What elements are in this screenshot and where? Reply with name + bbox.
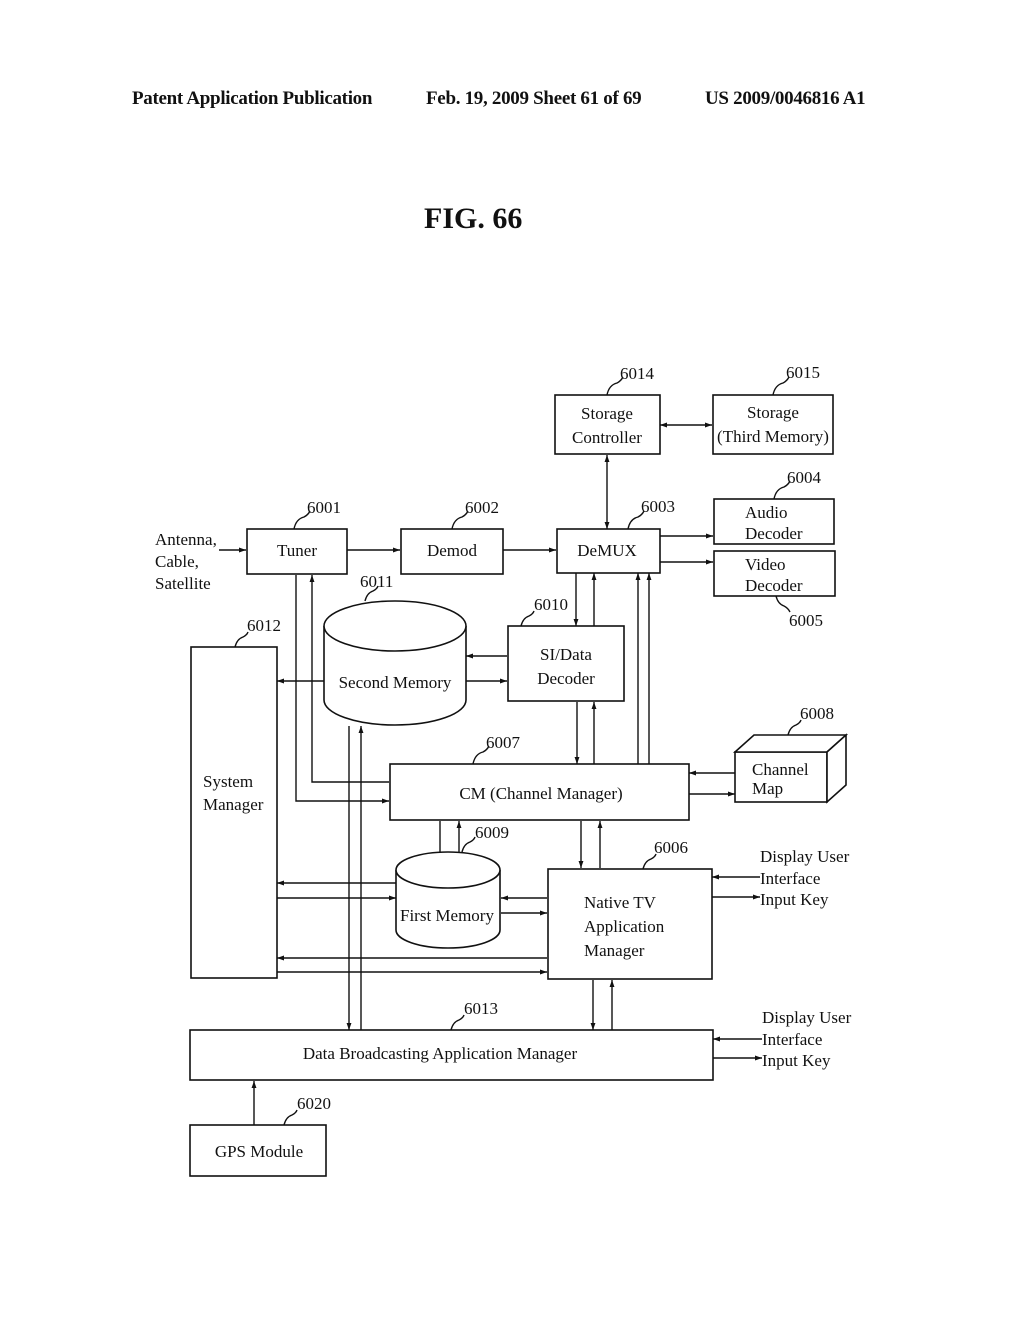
block-tuner: Tuner 6001 [246,498,348,575]
svg-text:Satellite: Satellite [155,574,211,593]
svg-text:Input Key: Input Key [762,1051,831,1070]
native-tv-label-1: Native TV [584,893,657,912]
ref-6010: 6010 [534,595,568,614]
svg-text:Cable,: Cable, [155,552,199,571]
ref-6009: 6009 [475,823,509,842]
block-second-memory: Second Memory 6011 [323,572,467,726]
ref-6020: 6020 [297,1094,331,1113]
block-native-tv-app-manager: Native TV Application Manager 6006 [547,838,713,980]
svg-text:Antenna,: Antenna, [155,530,217,549]
block-demux: DeMUX 6003 [556,497,675,574]
ref-6012: 6012 [247,616,281,635]
video-decoder-label-2: Decoder [745,576,803,595]
gps-module-label: GPS Module [215,1142,303,1161]
ref-6007: 6007 [486,733,521,752]
system-manager-label-2: Manager [203,795,264,814]
svg-text:Display User: Display User [760,847,850,866]
ref-6003: 6003 [641,497,675,516]
ref-6011: 6011 [360,572,393,591]
block-data-broadcasting-app-manager: Data Broadcasting Application Manager 60… [189,999,714,1081]
block-demod: Demod 6002 [400,498,504,575]
ref-6002: 6002 [465,498,499,517]
ref-6001: 6001 [307,498,341,517]
svg-text:Interface: Interface [762,1030,822,1049]
channel-map-label-1: Channel [752,760,809,779]
block-si-data-decoder: SI/Data Decoder 6010 [507,595,625,702]
second-memory-label: Second Memory [339,673,452,692]
storage-controller-label-2: Controller [572,428,642,447]
block-gps-module: GPS Module 6020 [189,1094,331,1177]
ref-6004: 6004 [787,468,822,487]
ref-6006: 6006 [654,838,688,857]
storage-controller-label-1: Storage [581,404,633,423]
block-storage-controller: Storage Controller 6014 [554,364,661,455]
channel-manager-label: CM (Channel Manager) [459,784,622,803]
tuner-label: Tuner [277,541,317,560]
native-tv-label-2: Application [584,917,665,936]
demux-label: DeMUX [577,541,637,560]
block-audio-decoder: Audio Decoder 6004 [713,468,835,545]
audio-decoder-label-1: Audio [745,503,788,522]
demod-label: Demod [427,541,478,560]
si-decoder-label-1: SI/Data [540,645,592,664]
svg-text:Input Key: Input Key [760,890,829,909]
ref-6014: 6014 [620,364,655,383]
block-system-manager: System Manager 6012 [190,616,281,979]
user-input-label-native-tv: Display User Interface Input Key [760,847,850,909]
user-input-label-data-broadcasting: Display User Interface Input Key [762,1008,852,1070]
antenna-input-label: Antenna, Cable, Satellite [155,530,217,593]
svg-text:Display User: Display User [762,1008,852,1027]
block-video-decoder: Video Decoder 6005 [713,550,836,630]
block-channel-map: Channel Map 6008 [732,704,849,804]
native-tv-label-3: Manager [584,941,645,960]
svg-text:Interface: Interface [760,869,820,888]
first-memory-label: First Memory [400,906,494,925]
video-decoder-label-1: Video [745,555,786,574]
ref-6005: 6005 [789,611,823,630]
figure-title: FIG. 66 [424,202,522,235]
si-decoder-label-2: Decoder [537,669,595,688]
storage-label-2: (Third Memory) [717,427,829,446]
block-diagram: FIG. 66 Storage Controller 6014 Storage … [155,202,852,1177]
storage-label-1: Storage [747,403,799,422]
ref-6015: 6015 [786,363,820,382]
data-broadcasting-label: Data Broadcasting Application Manager [303,1044,578,1063]
block-first-memory: First Memory 6009 [395,823,509,949]
ref-6013: 6013 [464,999,498,1018]
audio-decoder-label-2: Decoder [745,524,803,543]
block-channel-manager: CM (Channel Manager) 6007 [389,733,690,821]
system-manager-label-1: System [203,772,253,791]
block-storage-third-memory: Storage (Third Memory) 6015 [712,363,834,455]
channel-map-label-2: Map [752,779,783,798]
ref-6008: 6008 [800,704,834,723]
